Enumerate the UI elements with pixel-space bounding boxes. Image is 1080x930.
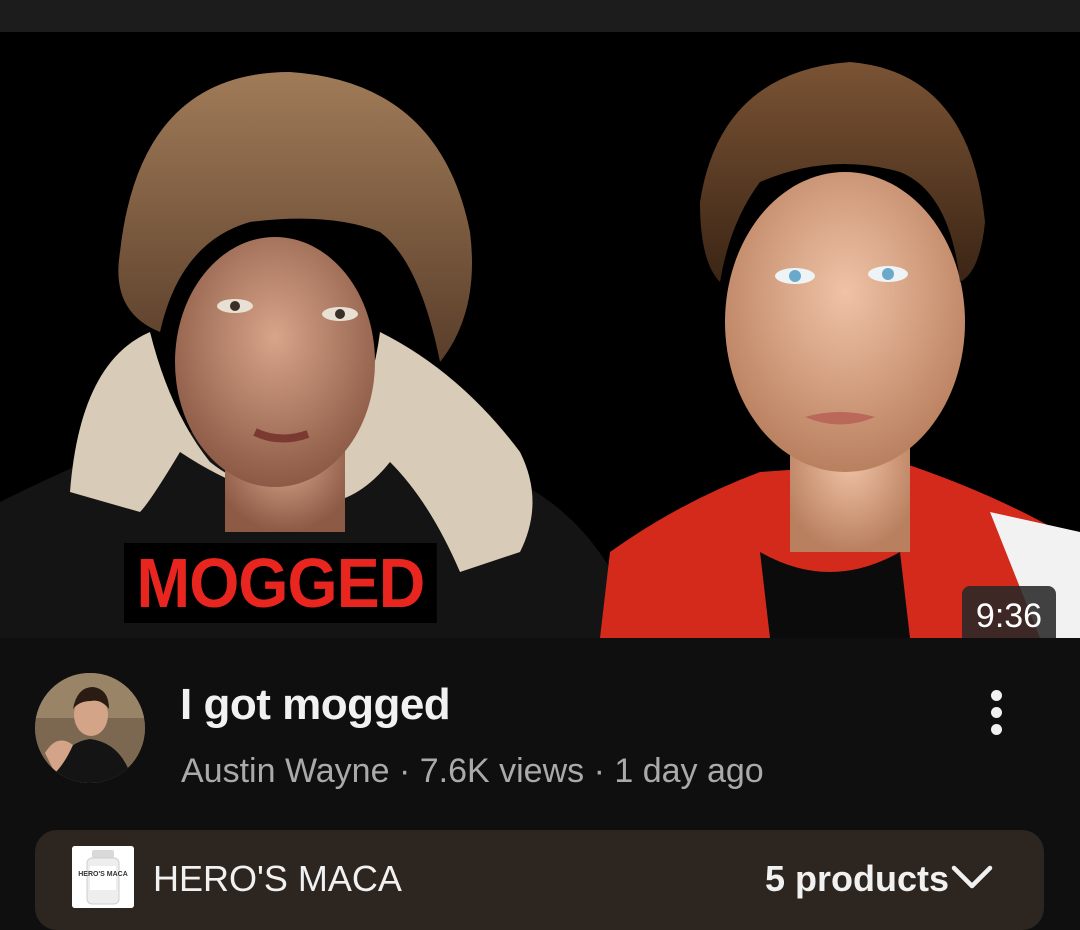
- top-status-strip: [0, 0, 1080, 32]
- product-brand-name: HERO'S MACA: [153, 858, 402, 899]
- video-duration-badge: 9:36: [962, 586, 1056, 638]
- more-vert-icon[interactable]: [968, 680, 1024, 744]
- more-dot: [990, 689, 1002, 701]
- supplement-bottle-image: HERO'S MACA: [72, 846, 134, 908]
- bottle-label: HERO'S MACA: [78, 871, 128, 878]
- video-metadata: Austin Wayne · 7.6K views · 1 day ago: [181, 752, 764, 790]
- video-title[interactable]: I got mogged: [180, 680, 451, 730]
- more-dot: [990, 723, 1002, 735]
- more-dot: [990, 706, 1002, 718]
- video-thumbnail[interactable]: MOGGED 9:36: [0, 32, 1080, 638]
- avatar-image: [35, 673, 145, 783]
- thumbnail-overlay-text: MOGGED: [124, 543, 437, 623]
- product-thumbnail: HERO'S MACA: [72, 846, 134, 908]
- products-count-label: 5 products: [765, 858, 950, 899]
- chevron-down-icon[interactable]: [950, 862, 994, 892]
- channel-avatar[interactable]: [35, 673, 145, 783]
